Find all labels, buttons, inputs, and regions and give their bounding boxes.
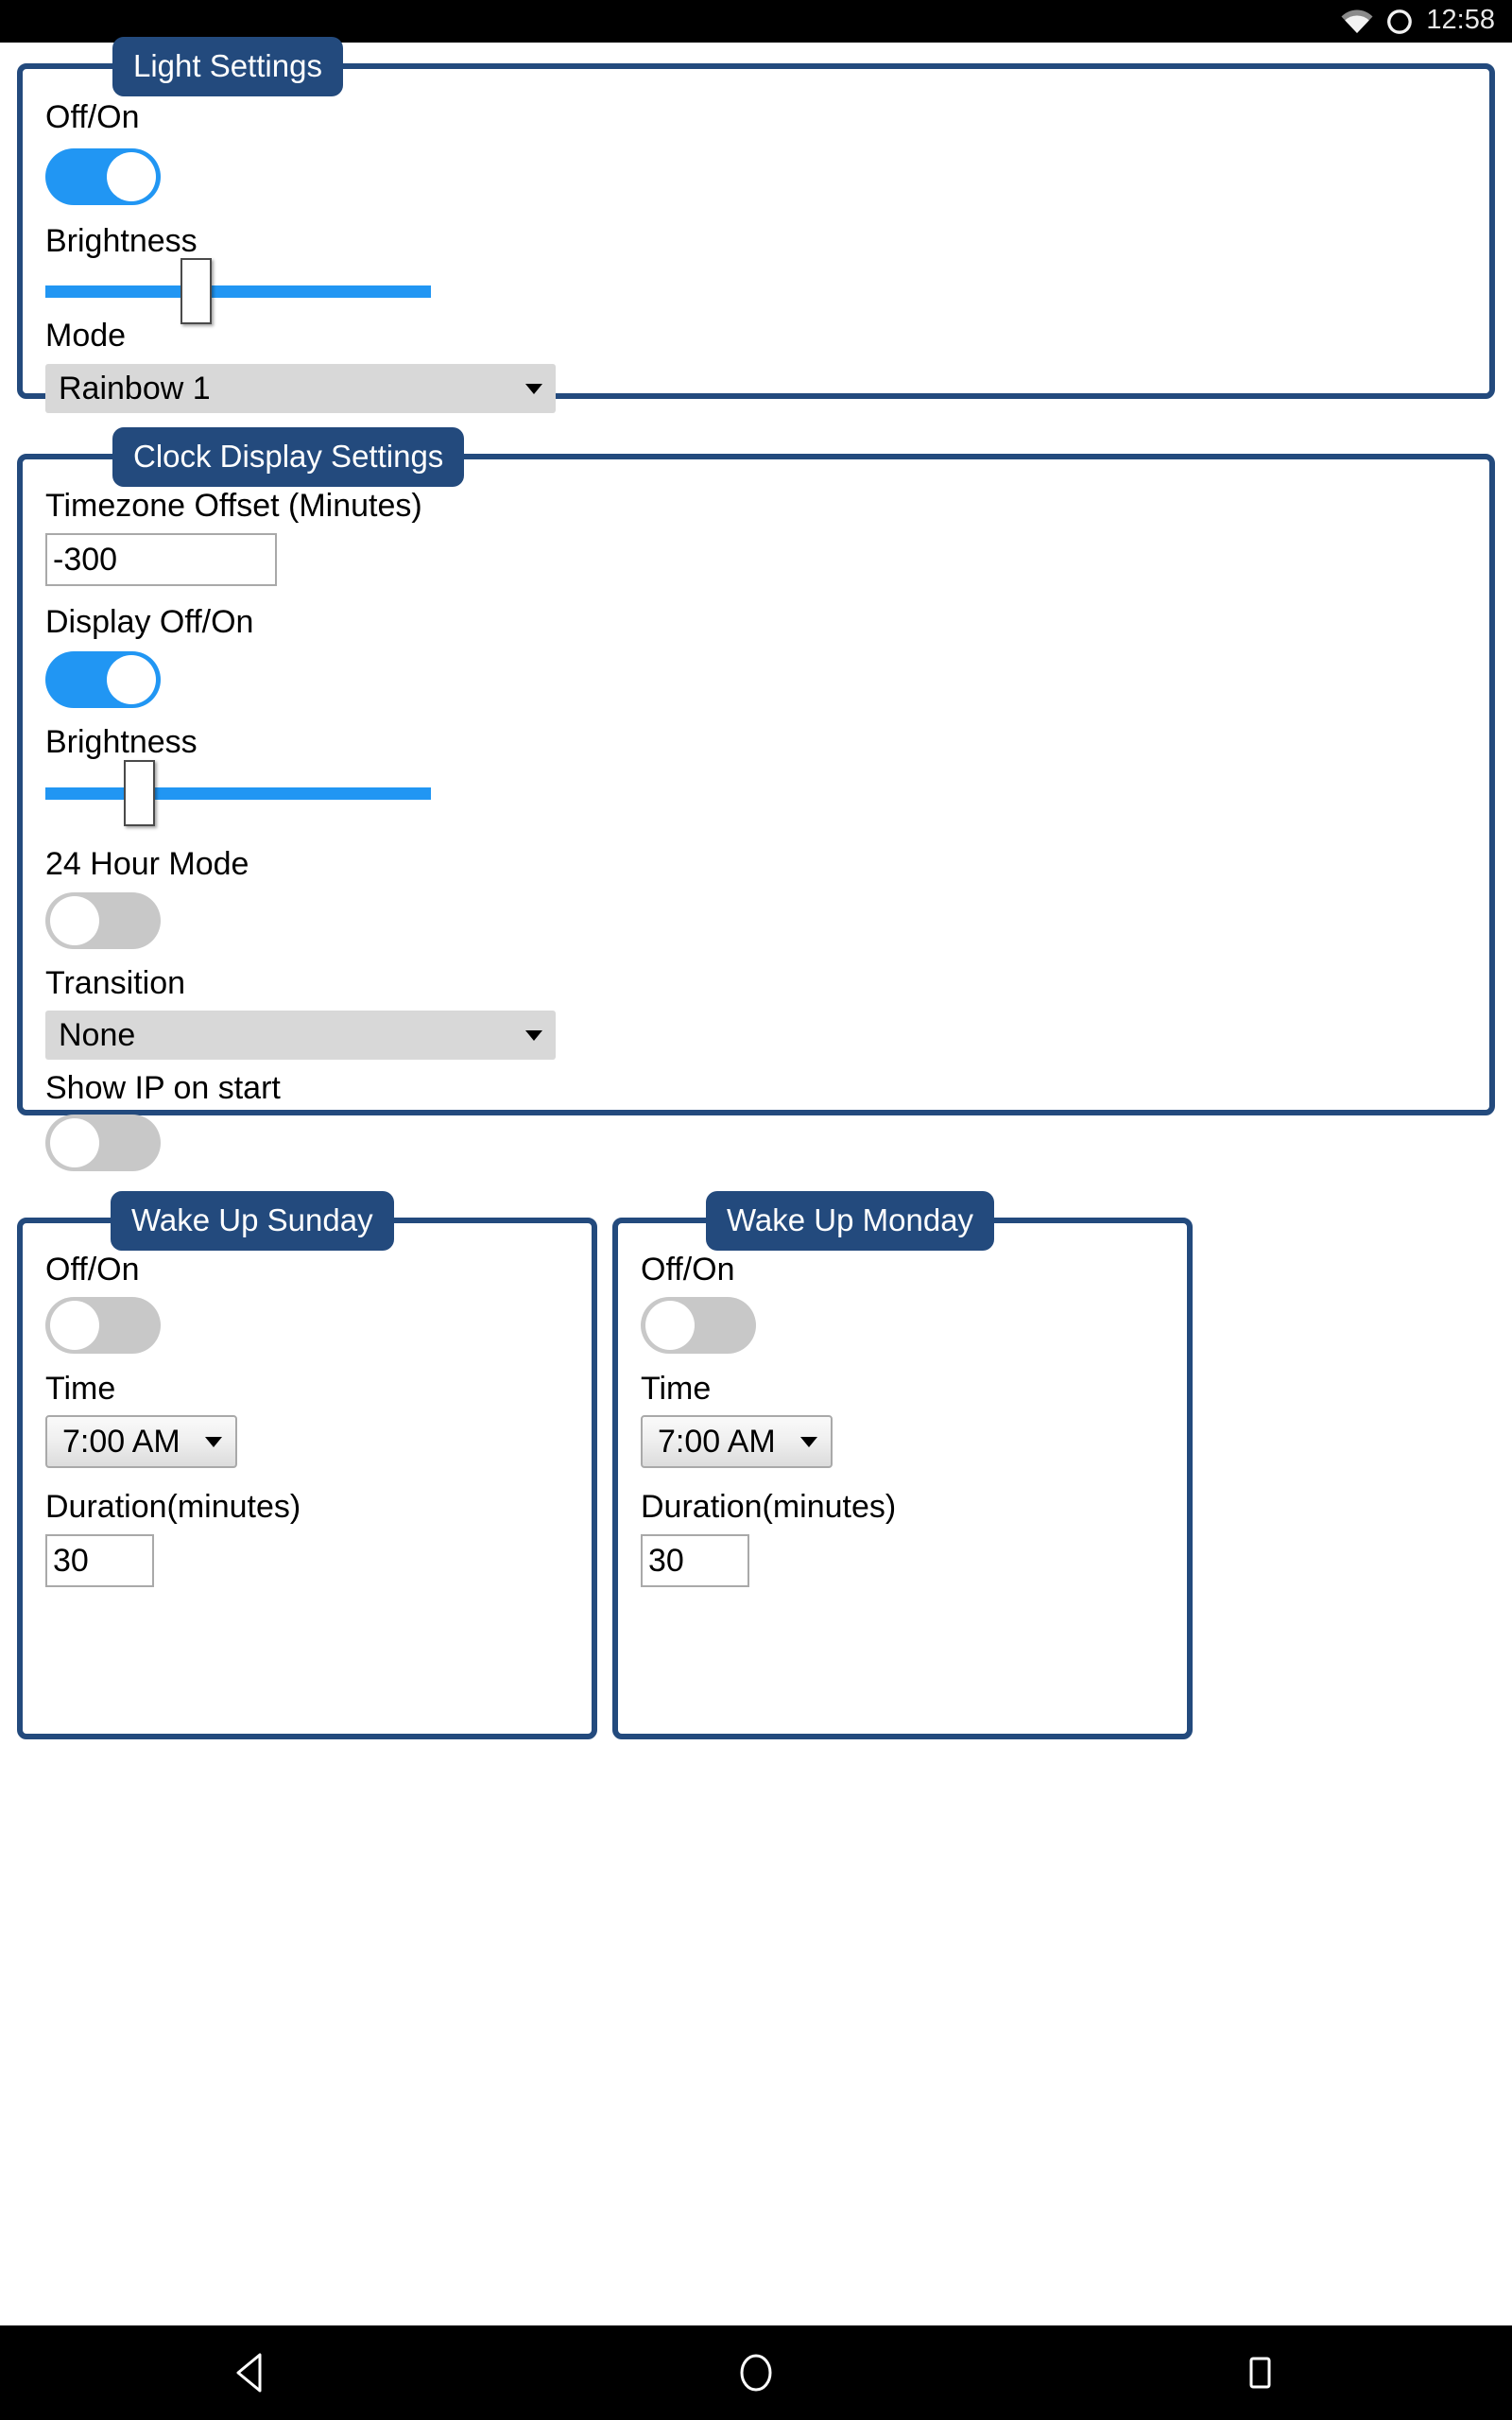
hour24-switch-wrap	[45, 892, 161, 949]
panel-wake-up-monday-legend: Wake Up Monday	[706, 1191, 995, 1251]
timezone-offset-field: Timezone Offset (Minutes)	[45, 488, 422, 524]
panel-light-settings: Light Settings Off/On Brightness Mode Ra…	[17, 37, 1495, 413]
transition-field: Transition	[45, 965, 186, 1001]
clock-brightness-field: Brightness	[45, 724, 198, 760]
sunday-onoff-label: Off/On	[45, 1252, 140, 1288]
panel-wake-up-monday: Wake Up Monday Off/On Time 7:00 AM Durat…	[612, 1191, 1193, 1739]
monday-duration-field: Duration(minutes)	[641, 1489, 897, 1525]
light-mode-select[interactable]: Rainbow 1	[45, 364, 556, 413]
status-bar-clock: 12:58	[1426, 5, 1495, 35]
nav-back-button[interactable]	[0, 2325, 504, 2420]
sunday-onoff-field: Off/On	[45, 1253, 140, 1288]
panel-clock-display-settings: Clock Display Settings Timezone Offset (…	[17, 427, 1495, 1171]
panel-light-settings-legend: Light Settings	[112, 37, 343, 96]
home-circle-icon	[735, 2352, 777, 2394]
sunday-time-select-value: 7:00 AM	[62, 1424, 180, 1460]
hour24-toggle[interactable]	[45, 892, 161, 949]
android-navigation-bar	[0, 2325, 1512, 2420]
monday-onoff-field: Off/On	[641, 1253, 735, 1288]
transition-select[interactable]: None	[45, 1011, 556, 1060]
light-mode-select-wrap: Rainbow 1	[45, 364, 556, 413]
show-ip-label: Show IP on start	[45, 1070, 281, 1106]
panel-wake-up-sunday-legend: Wake Up Sunday	[111, 1191, 394, 1251]
light-onoff-toggle[interactable]	[45, 148, 161, 205]
sunday-duration-input-wrap	[45, 1534, 154, 1587]
show-ip-toggle-knob	[50, 1118, 99, 1167]
light-onoff-field: Off/On	[45, 99, 140, 135]
sunday-time-label: Time	[45, 1371, 116, 1407]
monday-time-field: Time	[641, 1371, 712, 1407]
monday-time-select-value: 7:00 AM	[658, 1424, 776, 1460]
display-onoff-toggle-knob	[107, 655, 156, 704]
monday-duration-input-wrap	[641, 1534, 749, 1587]
sunday-duration-label: Duration(minutes)	[45, 1489, 301, 1525]
chevron-down-icon	[525, 383, 542, 394]
show-ip-toggle[interactable]	[45, 1115, 161, 1171]
light-onoff-switch-wrap	[45, 148, 161, 205]
chevron-down-icon	[799, 1436, 817, 1447]
nav-home-button[interactable]	[504, 2325, 1007, 2420]
nav-recents-button[interactable]	[1008, 2325, 1512, 2420]
recents-square-icon	[1241, 2352, 1279, 2394]
sunday-time-select[interactable]: 7:00 AM	[45, 1415, 237, 1468]
sunday-duration-input[interactable]	[45, 1534, 154, 1587]
light-onoff-toggle-knob	[107, 152, 156, 201]
chevron-down-icon	[525, 1029, 542, 1041]
hour24-toggle-knob	[50, 896, 99, 945]
light-brightness-slider-thumb[interactable]	[180, 258, 212, 324]
display-onoff-label: Display Off/On	[45, 604, 254, 640]
monday-onoff-toggle[interactable]	[641, 1297, 756, 1354]
clock-brightness-slider-track	[45, 787, 431, 800]
monday-onoff-toggle-knob	[645, 1301, 695, 1350]
transition-select-value: None	[59, 1017, 136, 1053]
monday-time-select[interactable]: 7:00 AM	[641, 1415, 833, 1468]
sunday-onoff-toggle-knob	[50, 1301, 99, 1350]
monday-duration-label: Duration(minutes)	[641, 1489, 897, 1525]
back-triangle-icon	[233, 2352, 271, 2394]
hour24-label: 24 Hour Mode	[45, 846, 249, 882]
transition-label: Transition	[45, 965, 186, 1001]
panel-clock-display-settings-legend: Clock Display Settings	[112, 427, 465, 487]
monday-duration-input[interactable]	[641, 1534, 749, 1587]
sunday-onoff-switch-wrap	[45, 1297, 161, 1354]
panel-wake-up-sunday: Wake Up Sunday Off/On Time 7:00 AM Durat…	[17, 1191, 597, 1739]
light-mode-label: Mode	[45, 318, 127, 354]
display-onoff-switch-wrap	[45, 651, 161, 708]
light-mode-field: Mode	[45, 318, 127, 354]
light-brightness-label: Brightness	[45, 223, 198, 259]
show-ip-field: Show IP on start	[45, 1070, 281, 1106]
timezone-offset-label: Timezone Offset (Minutes)	[45, 488, 422, 524]
clock-brightness-slider-thumb[interactable]	[123, 760, 155, 826]
timezone-offset-input[interactable]	[45, 533, 277, 586]
light-mode-select-value: Rainbow 1	[59, 371, 211, 406]
sync-circle-icon	[1386, 9, 1413, 35]
monday-time-select-wrap: 7:00 AM	[641, 1415, 833, 1468]
light-onoff-label: Off/On	[45, 99, 140, 135]
clock-brightness-label: Brightness	[45, 724, 198, 760]
wifi-icon	[1341, 9, 1373, 34]
monday-onoff-switch-wrap	[641, 1297, 756, 1354]
display-onoff-field: Display Off/On	[45, 604, 254, 640]
timezone-offset-input-wrap	[45, 533, 277, 586]
sunday-time-select-wrap: 7:00 AM	[45, 1415, 237, 1468]
status-bar-icons: 12:58	[1341, 7, 1495, 36]
show-ip-switch-wrap	[45, 1115, 161, 1171]
monday-time-label: Time	[641, 1371, 712, 1407]
hour24-field: 24 Hour Mode	[45, 846, 249, 882]
settings-page: Light Settings Off/On Brightness Mode Ra…	[0, 37, 1512, 2325]
sunday-onoff-toggle[interactable]	[45, 1297, 161, 1354]
sunday-time-field: Time	[45, 1371, 116, 1407]
monday-onoff-label: Off/On	[641, 1252, 735, 1288]
light-brightness-field: Brightness	[45, 223, 198, 259]
transition-select-wrap: None	[45, 1011, 556, 1060]
display-onoff-toggle[interactable]	[45, 651, 161, 708]
chevron-down-icon	[204, 1436, 222, 1447]
light-brightness-slider-track	[45, 285, 431, 298]
sunday-duration-field: Duration(minutes)	[45, 1489, 301, 1525]
